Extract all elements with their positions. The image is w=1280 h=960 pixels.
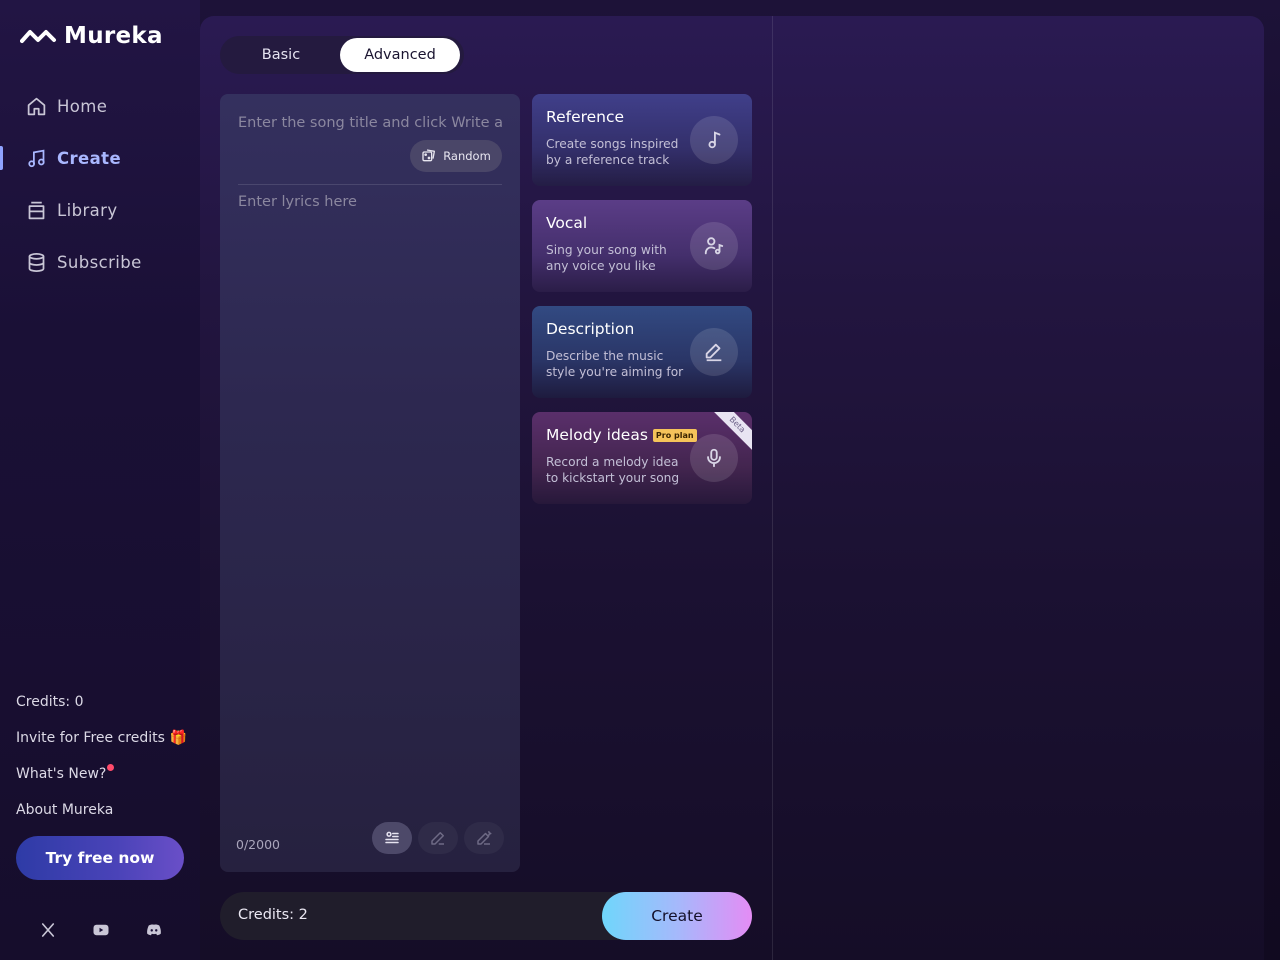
pencil-icon: [431, 832, 444, 845]
credits-link[interactable]: Credits: 0: [16, 684, 187, 720]
music-note-icon: [25, 147, 47, 169]
try-free-button[interactable]: Try free now: [16, 836, 184, 880]
random-label: Random: [443, 149, 491, 163]
x-icon[interactable]: [38, 918, 57, 942]
gift-icon: 🎁: [169, 730, 188, 746]
card-title-text: Description: [546, 320, 635, 338]
tab-basic[interactable]: Basic: [222, 38, 340, 72]
sidebar-item-library[interactable]: Library: [0, 184, 200, 236]
about-link[interactable]: About Mureka: [16, 792, 187, 828]
main-panel: Basic Advanced Random 0/2000 Reference C…: [200, 16, 1264, 960]
music-note-icon: [690, 116, 738, 164]
card-description: Sing your song with any voice you like: [546, 243, 667, 273]
card-description: Describe the music style you're aiming f…: [546, 349, 684, 379]
sidebar-item-label: Library: [57, 200, 118, 220]
logo-text: Mureka: [64, 23, 163, 49]
editor-divider: [238, 184, 502, 185]
voice-user-icon: [690, 222, 738, 270]
vocal-card[interactable]: Vocal Sing your song with any voice you …: [532, 200, 752, 292]
card-description: Create songs inspired by a reference tra…: [546, 137, 679, 167]
card-title: Melody ideas Pro plan: [546, 426, 697, 444]
sidebar-nav: Home Create Library Subscribe: [0, 80, 200, 288]
logo[interactable]: Mureka: [20, 22, 163, 50]
ai-write-button[interactable]: [464, 822, 504, 854]
database-icon: [25, 251, 47, 273]
melody-ideas-card[interactable]: Melody ideas Pro plan Beta Record a melo…: [532, 412, 752, 504]
home-icon: [25, 95, 47, 117]
lyrics-textarea[interactable]: [238, 194, 502, 804]
card-title-text: Reference: [546, 108, 625, 126]
invite-label: Invite for Free credits: [16, 730, 165, 746]
discord-icon[interactable]: [144, 918, 163, 942]
card-title: Reference: [546, 108, 624, 126]
microphone-icon: [690, 434, 738, 482]
card-title-text: Vocal: [546, 214, 588, 232]
sidebar-footer-links: Credits: 0 Invite for Free credits 🎁 Wha…: [16, 684, 187, 828]
whats-new-link[interactable]: What's New?: [16, 756, 187, 792]
sidebar-item-home[interactable]: Home: [0, 80, 200, 132]
credits-display: Credits: 2: [238, 907, 308, 923]
pro-plan-badge: Pro plan: [652, 428, 697, 442]
card-title: Vocal: [546, 214, 587, 232]
tab-advanced[interactable]: Advanced: [340, 38, 460, 72]
youtube-icon[interactable]: [91, 918, 110, 942]
dice-icon: [422, 149, 436, 162]
sidebar-item-label: Home: [57, 96, 108, 116]
create-button[interactable]: Create: [602, 892, 752, 940]
lyrics-structure-icon: [385, 831, 399, 844]
pencil-sparkle-icon: [477, 830, 492, 845]
whats-new-label: What's New?: [16, 766, 107, 782]
description-card[interactable]: Description Describe the music style you…: [532, 306, 752, 398]
create-bar: Credits: 2 Create: [220, 892, 752, 940]
sidebar-item-label: Create: [57, 148, 122, 168]
mode-tabs: Basic Advanced: [220, 36, 464, 74]
social-links: [38, 918, 163, 942]
lyrics-structure-button[interactable]: [372, 822, 412, 854]
lyrics-editor: Random 0/2000: [220, 94, 520, 872]
reference-card[interactable]: Reference Create songs inspired by a ref…: [532, 94, 752, 186]
card-title: Description: [546, 320, 634, 338]
mureka-logo-icon: [20, 30, 56, 43]
library-icon: [25, 199, 47, 221]
invite-link[interactable]: Invite for Free credits 🎁: [16, 720, 187, 756]
card-title-text: Melody ideas: [546, 426, 648, 444]
sidebar-item-label: Subscribe: [57, 252, 142, 272]
pencil-icon: [690, 328, 738, 376]
random-button[interactable]: Random: [410, 140, 502, 172]
panel-divider: [772, 16, 773, 960]
sidebar-item-subscribe[interactable]: Subscribe: [0, 236, 200, 288]
card-description: Record a melody idea to kickstart your s…: [546, 455, 680, 485]
notification-dot: [107, 763, 115, 771]
song-title-input[interactable]: [238, 112, 502, 134]
character-counter: 0/2000: [236, 837, 280, 852]
sidebar-item-create[interactable]: Create: [0, 132, 200, 184]
edit-lyrics-button[interactable]: [418, 822, 458, 854]
sidebar: Mureka Home Create Library Subscribe Cre…: [0, 0, 200, 960]
